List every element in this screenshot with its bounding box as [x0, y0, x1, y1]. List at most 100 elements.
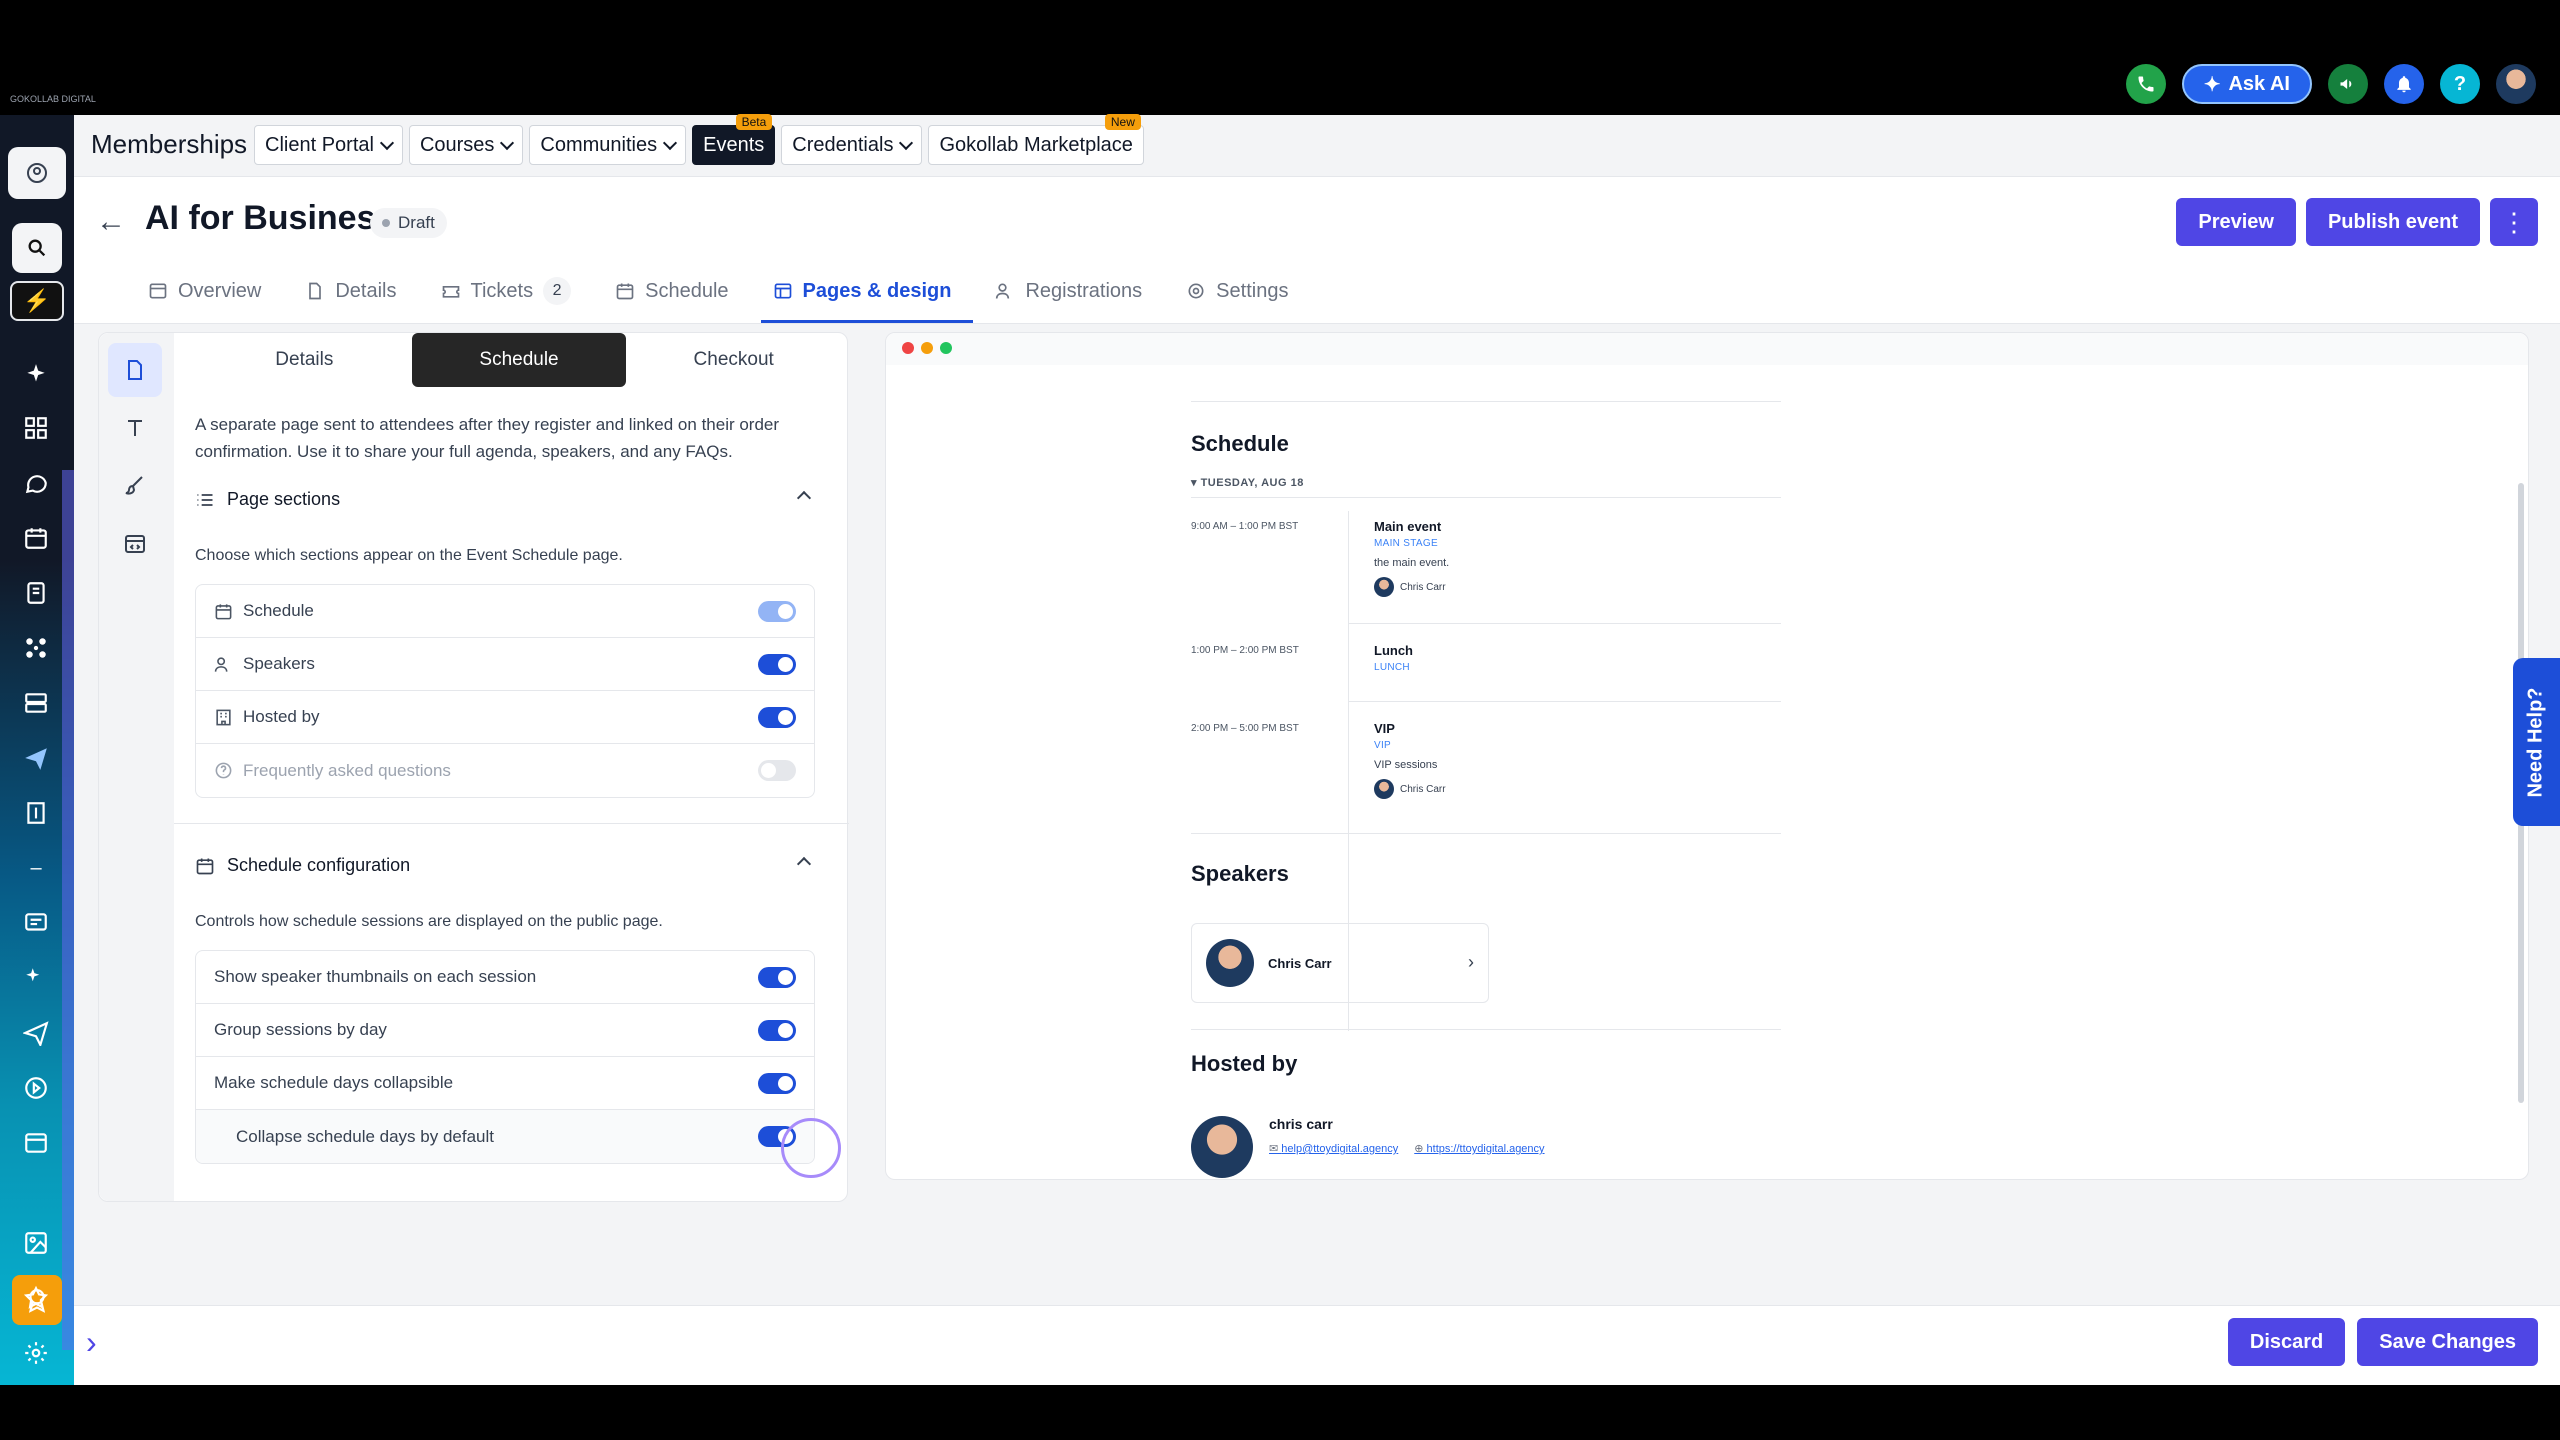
automation-icon[interactable]: [18, 1070, 54, 1106]
content-area: Details Schedule Checkout A separate pag…: [74, 324, 2560, 1324]
collapsible-days-toggle[interactable]: [758, 1073, 796, 1094]
tab-overview[interactable]: Overview: [148, 269, 261, 313]
tab-tickets[interactable]: Tickets 2: [441, 269, 572, 313]
nav-item-label: Communities: [540, 133, 658, 156]
session-time: 9:00 AM – 1:00 PM BST: [1191, 521, 1299, 532]
invoice-icon[interactable]: [18, 795, 54, 831]
nav-credentials[interactable]: Credentials: [781, 125, 923, 165]
speaker-avatar: [1374, 577, 1394, 597]
row-label: Hosted by: [243, 707, 320, 726]
calendar-icon: [196, 858, 214, 874]
tab-pages-design[interactable]: Pages & design: [760, 269, 974, 323]
schedule-configuration-title: Schedule configuration: [227, 855, 411, 875]
nav-marketplace[interactable]: Gokollab Marketplace New: [928, 114, 1144, 165]
page-sections-header[interactable]: Page sections: [195, 489, 815, 510]
host-website-link[interactable]: ⊕ https://ttoydigital.agency: [1414, 1142, 1544, 1155]
code-block-icon[interactable]: [108, 517, 162, 571]
config-row-collapsible-days: Make schedule days collapsible: [196, 1057, 814, 1110]
footer-bar: › Discard Save Changes: [74, 1305, 2560, 1385]
preview-day-label[interactable]: ▾ TUESDAY, AUG 18: [1191, 476, 1304, 489]
panel-tool-rail: [99, 333, 174, 1201]
focus-indicator: [779, 1118, 841, 1183]
discard-button[interactable]: Discard: [2227, 1318, 2346, 1366]
back-arrow-icon[interactable]: ←: [96, 205, 126, 239]
star-icon[interactable]: [18, 1280, 54, 1316]
segment-checkout[interactable]: Checkout: [626, 333, 841, 387]
nav-courses[interactable]: Courses: [408, 125, 524, 165]
need-help-tab[interactable]: Need Help?: [2513, 658, 2560, 826]
hosted-by-section-toggle[interactable]: [758, 707, 796, 728]
text-icon[interactable]: [108, 401, 162, 455]
server-icon[interactable]: [18, 685, 54, 721]
faq-section-toggle[interactable]: [758, 760, 796, 781]
schedule-configuration-header[interactable]: Schedule configuration: [195, 855, 815, 876]
dashboard-icon[interactable]: [18, 410, 54, 446]
session-speaker: Chris Carr: [1374, 577, 1449, 597]
save-changes-button[interactable]: Save Changes: [2357, 1318, 2538, 1366]
preview-session-vip: VIP VIP VIP sessions Chris Carr: [1374, 721, 1446, 799]
sparkle-icon[interactable]: [18, 357, 54, 393]
send-icon[interactable]: [18, 740, 54, 776]
nav-item-label: Credentials: [792, 133, 894, 156]
chat-icon[interactable]: [18, 465, 54, 501]
segment-schedule[interactable]: Schedule: [411, 333, 627, 387]
reviews-icon[interactable]: [18, 905, 54, 941]
row-label: Show speaker thumbnails on each session: [214, 967, 537, 986]
marketing-icon[interactable]: [18, 1015, 54, 1051]
host-email-link[interactable]: ✉ help@ttoydigital.agency: [1269, 1142, 1398, 1155]
calendar-icon[interactable]: [18, 520, 54, 556]
more-options-button[interactable]: ⋮: [2490, 198, 2538, 246]
preview-button[interactable]: Preview: [2176, 198, 2296, 246]
lightning-icon[interactable]: ⚡: [10, 281, 64, 321]
brand-logo: GOKOLLAB DIGITAL: [10, 94, 96, 104]
contacts-icon[interactable]: [18, 575, 54, 611]
tab-label: Schedule: [645, 279, 729, 302]
user-avatar[interactable]: [2496, 64, 2536, 104]
speaker-thumbnails-toggle[interactable]: [758, 967, 796, 988]
settings-gear-icon[interactable]: [18, 1335, 54, 1371]
page-document-icon[interactable]: [108, 343, 162, 397]
speakers-section-toggle[interactable]: [758, 654, 796, 675]
search-icon[interactable]: [12, 223, 62, 273]
brush-icon[interactable]: [108, 459, 162, 513]
phone-icon[interactable]: [2125, 64, 2166, 104]
chevron-up-icon[interactable]: [796, 856, 812, 872]
segment-details[interactable]: Details: [197, 333, 412, 387]
page-sections-list: Schedule Speakers Hosted by Frequently a…: [195, 584, 815, 798]
preview-window-bar: [886, 333, 2528, 365]
help-icon[interactable]: ?: [2440, 64, 2480, 104]
tab-settings[interactable]: Settings: [1186, 269, 1288, 313]
group-by-day-toggle[interactable]: [758, 1020, 796, 1041]
schedule-page-description: A separate page sent to attendees after …: [195, 415, 780, 461]
session-location: MAIN STAGE: [1374, 538, 1438, 549]
question-circle-icon: [215, 762, 232, 779]
account-switcher-icon[interactable]: [8, 147, 66, 199]
expand-sidebar-icon[interactable]: ›: [86, 1324, 97, 1361]
sites-icon[interactable]: [18, 1125, 54, 1161]
megaphone-icon[interactable]: [2328, 64, 2368, 104]
nav-client-portal[interactable]: Client Portal: [254, 125, 403, 165]
session-title: VIP: [1374, 721, 1395, 736]
ai-agents-icon[interactable]: [18, 960, 54, 996]
row-label: Speakers: [243, 654, 315, 673]
memberships-nav-items: Client Portal Courses Communities Events…: [254, 114, 1144, 165]
speaker-card[interactable]: Chris Carr ›: [1191, 923, 1489, 1003]
preview-divider: [1191, 401, 1781, 402]
tab-registrations[interactable]: Registrations: [995, 269, 1142, 313]
publish-event-button[interactable]: Publish event: [2305, 198, 2480, 246]
tab-details[interactable]: Details: [305, 269, 397, 313]
tab-label: Settings: [1216, 279, 1289, 302]
chevron-up-icon[interactable]: [796, 490, 812, 506]
preview-schedule-heading: Schedule: [1191, 431, 1289, 456]
nav-communities[interactable]: Communities: [529, 125, 687, 165]
host-links: ✉ help@ttoydigital.agency ⊕ https://ttoy…: [1269, 1142, 1545, 1155]
tab-schedule[interactable]: Schedule: [615, 269, 729, 313]
bell-icon[interactable]: [2384, 64, 2424, 104]
network-icon[interactable]: [18, 630, 54, 666]
ask-ai-button[interactable]: ✦ Ask AI: [2181, 64, 2312, 104]
session-location: LUNCH: [1374, 662, 1410, 673]
nav-events[interactable]: Events Beta: [692, 114, 776, 165]
row-label: Frequently asked questions: [243, 760, 451, 780]
media-icon[interactable]: [18, 1225, 54, 1261]
schedule-section-toggle[interactable]: [758, 601, 796, 622]
